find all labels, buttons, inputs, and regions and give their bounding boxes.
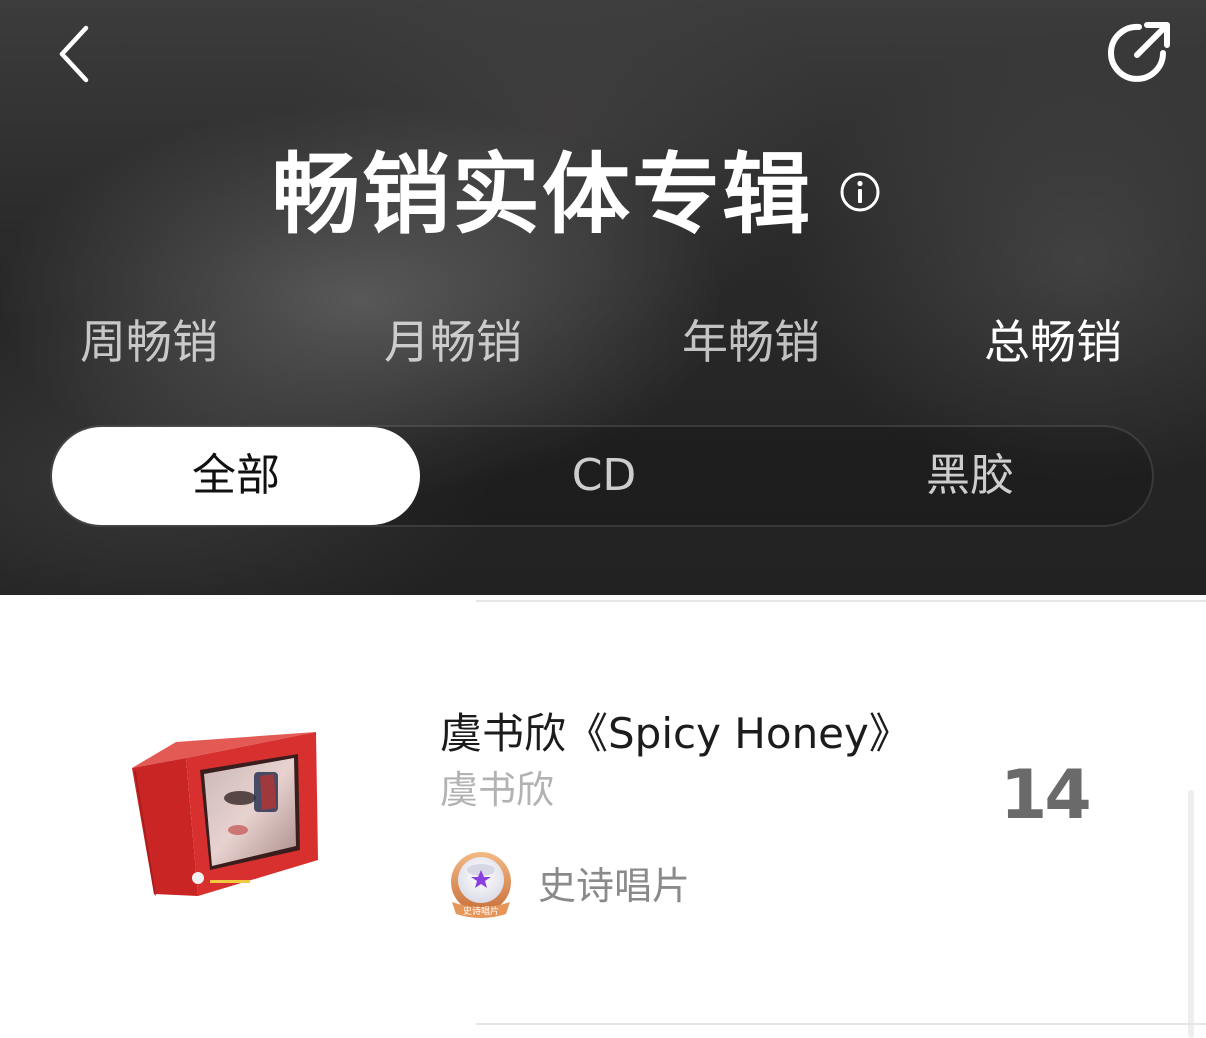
chart-header: 畅销实体专辑 周畅销 月畅销 年畅销 总畅销 全部 CD 黑胶 (0, 0, 1206, 595)
sales-rank: 14 (1000, 756, 1092, 835)
segment-all[interactable]: 全部 (52, 427, 420, 525)
tab-yearly-bestseller[interactable]: 年畅销 (682, 312, 820, 372)
divider (476, 1023, 1206, 1025)
info-button[interactable] (838, 170, 882, 214)
badge-icon-text: 史诗唱片 (463, 905, 499, 917)
page-title: 畅销实体专辑 (272, 143, 813, 246)
segment-cd[interactable]: CD (420, 427, 788, 525)
badge-label: 史诗唱片 (538, 864, 691, 908)
share-icon (1108, 22, 1170, 82)
tab-all-time-bestseller[interactable]: 总畅销 (984, 312, 1122, 372)
divider (476, 600, 1206, 602)
tab-monthly-bestseller[interactable]: 月畅销 (384, 312, 522, 372)
format-segmented-control: 全部 CD 黑胶 (50, 425, 1154, 527)
share-button[interactable] (1100, 14, 1180, 90)
chevron-left-icon (59, 25, 89, 83)
album-title[interactable]: 虞书欣《Spicy Honey》 (440, 704, 911, 764)
info-icon (840, 172, 880, 212)
back-button[interactable] (44, 22, 104, 86)
tab-weekly-bestseller[interactable]: 周畅销 (80, 312, 218, 372)
segment-vinyl[interactable]: 黑胶 (788, 427, 1152, 525)
scroll-indicator (1188, 790, 1194, 1038)
album-cover (120, 720, 330, 910)
epic-record-badge-icon: 史诗唱片 (444, 850, 518, 922)
album-artist[interactable]: 虞书欣 (440, 764, 554, 816)
